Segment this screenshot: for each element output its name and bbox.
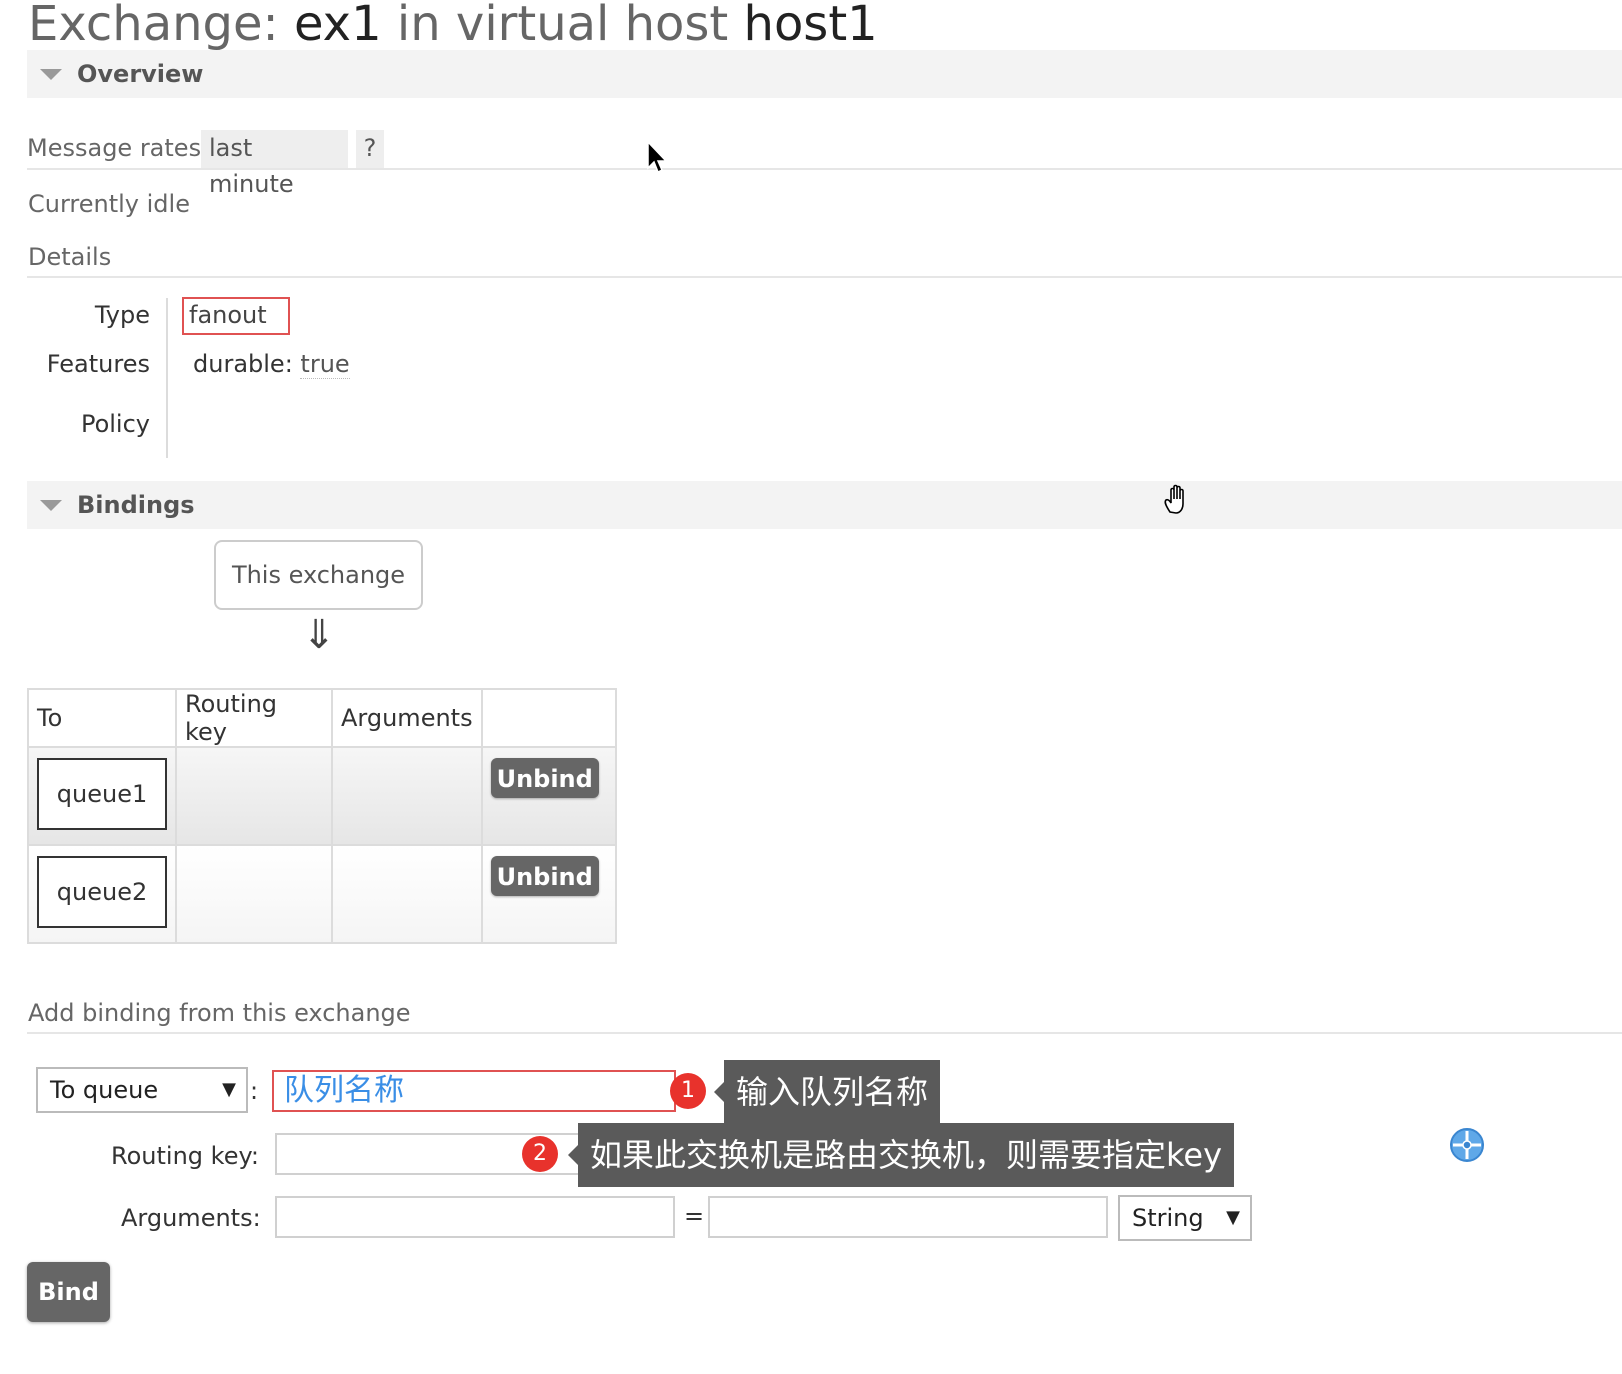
table-row: queue2 Unbind [27, 844, 617, 944]
details-heading: Details [28, 243, 112, 271]
table-row: queue1 Unbind [27, 746, 617, 846]
column-header-to: To [27, 688, 177, 748]
mouse-pointer-icon [647, 140, 668, 174]
destination-type-value: To queue [50, 1076, 159, 1104]
help-icon[interactable]: ? [356, 130, 384, 168]
annotation-tooltip-1: 输入队列名称 [713, 1060, 941, 1124]
bindings-section-label: Bindings [77, 491, 195, 519]
unbind-button[interactable]: Unbind [490, 758, 599, 798]
collapse-triangle-icon [40, 68, 62, 80]
binding-action-cell: Unbind [480, 844, 617, 944]
binding-arguments-cell [331, 746, 483, 846]
down-arrow-icon: ⇓ [302, 612, 336, 658]
binding-destination-cell: queue2 [27, 844, 177, 944]
crosshair-icon [1450, 1128, 1484, 1162]
queue-link[interactable]: queue1 [37, 758, 167, 830]
this-exchange-box: This exchange [214, 540, 423, 610]
message-rates-label: Message rates [27, 134, 202, 162]
features-value: durable: true [193, 350, 350, 379]
overview-section-label: Overview [77, 60, 204, 88]
unbind-button[interactable]: Unbind [490, 856, 599, 896]
features-label: Features [46, 350, 150, 378]
bindings-table: To Routing key Arguments queue1 Unbind q… [27, 688, 617, 944]
annotation-badge-1: 1 [670, 1073, 706, 1109]
details-divider [27, 276, 1622, 278]
add-binding-heading: Add binding from this exchange [28, 999, 411, 1027]
bindings-section-toggle[interactable]: Bindings [27, 481, 1622, 529]
argument-equals: = [684, 1202, 705, 1230]
policy-label: Policy [80, 410, 150, 438]
overview-section-toggle[interactable]: Overview [27, 50, 1622, 98]
dropdown-caret-icon: ▼ [1226, 1207, 1240, 1228]
argument-type-select[interactable]: String ▼ [1118, 1195, 1252, 1241]
type-label: Type [94, 301, 150, 329]
title-middle: in virtual host [396, 0, 729, 52]
page-title: Exchange: ex1 in virtual host host1 [28, 0, 878, 54]
argument-key-input[interactable] [275, 1196, 675, 1238]
dropdown-caret-icon: ▼ [222, 1079, 236, 1100]
rate-period-selector[interactable]: last minute [201, 130, 348, 198]
collapse-triangle-icon [40, 499, 62, 511]
destination-name-input[interactable]: 队列名称 [272, 1070, 676, 1112]
title-vhost: host1 [743, 0, 878, 52]
column-header-actions [480, 688, 617, 748]
destination-type-select[interactable]: To queue ▼ [36, 1067, 248, 1113]
binding-action-cell: Unbind [480, 746, 617, 846]
destination-colon: : [250, 1077, 259, 1105]
arguments-label: Arguments: [121, 1204, 261, 1232]
features-durable-value: true [300, 350, 350, 379]
binding-destination-cell: queue1 [27, 746, 177, 846]
title-prefix: Exchange: [28, 0, 279, 52]
routing-key-label: Routing key: [111, 1142, 259, 1170]
queue-link[interactable]: queue2 [37, 856, 167, 928]
title-exchange-name: ex1 [293, 0, 382, 52]
column-header-arguments: Arguments [331, 688, 483, 748]
binding-routing-key-cell [175, 746, 333, 846]
binding-routing-key-cell [175, 844, 333, 944]
annotation-badge-2: 2 [522, 1136, 558, 1172]
details-separator [166, 298, 168, 458]
argument-value-input[interactable] [708, 1196, 1108, 1238]
argument-type-value: String [1132, 1204, 1204, 1232]
idle-status: Currently idle [28, 190, 190, 218]
add-binding-divider [27, 1032, 1622, 1034]
annotation-tooltip-2: 如果此交换机是路由交换机，则需要指定key [567, 1123, 1235, 1187]
features-key: durable: [193, 350, 293, 378]
bind-button[interactable]: Bind [27, 1262, 110, 1322]
type-value: fanout [182, 297, 290, 335]
message-rates-row: Message rates last minute ? [27, 130, 1622, 198]
binding-arguments-cell [331, 844, 483, 944]
hand-cursor-icon [1164, 484, 1184, 514]
column-header-routing-key: Routing key [175, 688, 333, 748]
